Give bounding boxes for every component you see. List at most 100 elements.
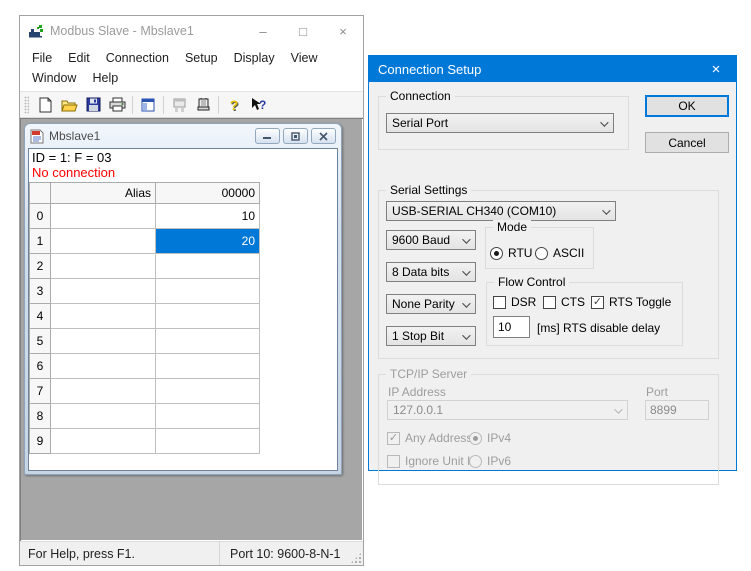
- value-cell[interactable]: [156, 329, 260, 354]
- value-cell[interactable]: [156, 304, 260, 329]
- cancel-button[interactable]: Cancel: [645, 132, 729, 153]
- row-header[interactable]: 0: [30, 204, 51, 229]
- rts-delay-input[interactable]: 10: [493, 316, 530, 338]
- chevron-down-icon: [462, 267, 470, 275]
- any-address-label: Any Address: [405, 431, 472, 445]
- menu-file[interactable]: File: [24, 48, 60, 68]
- row-header[interactable]: 6: [30, 354, 51, 379]
- open-file-icon[interactable]: [57, 94, 81, 116]
- value-cell-selected[interactable]: 20: [156, 229, 260, 254]
- value-cell[interactable]: [156, 404, 260, 429]
- alias-column-header[interactable]: Alias: [51, 183, 156, 204]
- stop-bits-value: 1 Stop Bit: [392, 329, 444, 343]
- value-cell[interactable]: [156, 354, 260, 379]
- display-setup-icon[interactable]: [136, 94, 160, 116]
- value-cell[interactable]: [156, 379, 260, 404]
- ok-button[interactable]: OK: [645, 95, 729, 117]
- menu-display[interactable]: Display: [226, 48, 283, 68]
- alias-cell[interactable]: [51, 254, 156, 279]
- any-address-checkbox: ✓ Any Address: [387, 431, 472, 445]
- dsr-checkbox[interactable]: DSR: [493, 295, 536, 309]
- menu-edit[interactable]: Edit: [60, 48, 98, 68]
- checkbox-unchecked-icon: [543, 296, 556, 309]
- connection-type-combobox[interactable]: Serial Port: [386, 113, 614, 133]
- chevron-down-icon: [462, 235, 470, 243]
- alias-cell[interactable]: [51, 204, 156, 229]
- doc-close-button[interactable]: [311, 128, 336, 144]
- minimize-button[interactable]: –: [243, 16, 283, 46]
- menu-view[interactable]: View: [283, 48, 326, 68]
- help-contents-icon[interactable]: ?: [222, 94, 246, 116]
- menu-setup[interactable]: Setup: [177, 48, 226, 68]
- grid-row: 6: [30, 354, 260, 379]
- stop-bits-combobox[interactable]: 1 Stop Bit: [386, 326, 476, 346]
- ipv4-radio-label: IPv4: [487, 431, 511, 445]
- value-cell[interactable]: [156, 279, 260, 304]
- dsr-checkbox-label: DSR: [511, 295, 536, 309]
- value-cell[interactable]: [156, 429, 260, 454]
- poll-definition-icon: [167, 94, 191, 116]
- main-titlebar[interactable]: Modbus Slave - Mbslave1 – □ ×: [20, 16, 363, 46]
- maximize-button[interactable]: □: [283, 16, 323, 46]
- alias-cell[interactable]: [51, 329, 156, 354]
- menu-connection[interactable]: Connection: [98, 48, 177, 68]
- alias-cell[interactable]: [51, 429, 156, 454]
- row-header[interactable]: 7: [30, 379, 51, 404]
- baud-rate-combobox[interactable]: 9600 Baud: [386, 230, 476, 250]
- doc-restore-button[interactable]: [283, 128, 308, 144]
- communication-traffic-icon[interactable]: [191, 94, 215, 116]
- alias-cell[interactable]: [51, 379, 156, 404]
- ignore-unit-id-checkbox[interactable]: Ignore Unit ID: [387, 454, 479, 468]
- dialog-titlebar[interactable]: Connection Setup ×: [369, 56, 736, 82]
- alias-cell[interactable]: [51, 279, 156, 304]
- toolbar-grip[interactable]: [24, 96, 29, 114]
- chevron-down-icon: [614, 405, 622, 413]
- parity-combobox[interactable]: None Parity: [386, 294, 476, 314]
- alias-cell[interactable]: [51, 404, 156, 429]
- cts-checkbox-label: CTS: [561, 295, 585, 309]
- ascii-radio-label: ASCII: [553, 246, 584, 260]
- address-column-header[interactable]: 00000: [156, 183, 260, 204]
- data-bits-combobox[interactable]: 8 Data bits: [386, 262, 476, 282]
- row-header[interactable]: 8: [30, 404, 51, 429]
- row-header[interactable]: 5: [30, 329, 51, 354]
- row-header[interactable]: 2: [30, 254, 51, 279]
- menubar: File Edit Connection Setup Display View …: [20, 46, 363, 91]
- toolbar: ? ?: [20, 91, 363, 118]
- row-header[interactable]: 9: [30, 429, 51, 454]
- svg-text:?: ?: [259, 98, 266, 112]
- row-header[interactable]: 4: [30, 304, 51, 329]
- value-cell[interactable]: [156, 254, 260, 279]
- grid-row: 4: [30, 304, 260, 329]
- ipv6-radio: IPv6: [469, 454, 511, 468]
- menu-window[interactable]: Window: [24, 68, 84, 88]
- port-input: 8899: [645, 400, 709, 420]
- doc-titlebar[interactable]: Mbslave1: [25, 124, 341, 148]
- alias-cell[interactable]: [51, 229, 156, 254]
- doc-minimize-button[interactable]: [255, 128, 280, 144]
- cts-checkbox[interactable]: CTS: [543, 295, 585, 309]
- connection-type-value: Serial Port: [392, 116, 448, 130]
- serial-port-combobox[interactable]: USB-SERIAL CH340 (COM10): [386, 201, 616, 221]
- row-header[interactable]: 3: [30, 279, 51, 304]
- new-document-icon[interactable]: [33, 94, 57, 116]
- value-cell[interactable]: 10: [156, 204, 260, 229]
- radio-unselected-icon: [535, 247, 548, 260]
- alias-cell[interactable]: [51, 304, 156, 329]
- close-button[interactable]: ×: [323, 16, 363, 46]
- print-icon[interactable]: [105, 94, 129, 116]
- dialog-close-button[interactable]: ×: [696, 56, 736, 82]
- register-grid: Alias 00000 0 10 1 20: [29, 182, 260, 454]
- menu-help[interactable]: Help: [84, 68, 126, 88]
- rtu-radio[interactable]: RTU: [490, 246, 532, 260]
- alias-cell[interactable]: [51, 354, 156, 379]
- grid-corner-cell[interactable]: [30, 183, 51, 204]
- row-header[interactable]: 1: [30, 229, 51, 254]
- rts-toggle-checkbox[interactable]: ✓ RTS Toggle: [591, 295, 671, 309]
- serial-settings-group-label: Serial Settings: [386, 183, 471, 197]
- save-file-icon[interactable]: [81, 94, 105, 116]
- dialog-body: Connection Serial Port OK Cancel Serial …: [369, 82, 736, 472]
- ascii-radio[interactable]: ASCII: [535, 246, 584, 260]
- grid-row: 0 10: [30, 204, 260, 229]
- context-help-icon[interactable]: ?: [246, 94, 270, 116]
